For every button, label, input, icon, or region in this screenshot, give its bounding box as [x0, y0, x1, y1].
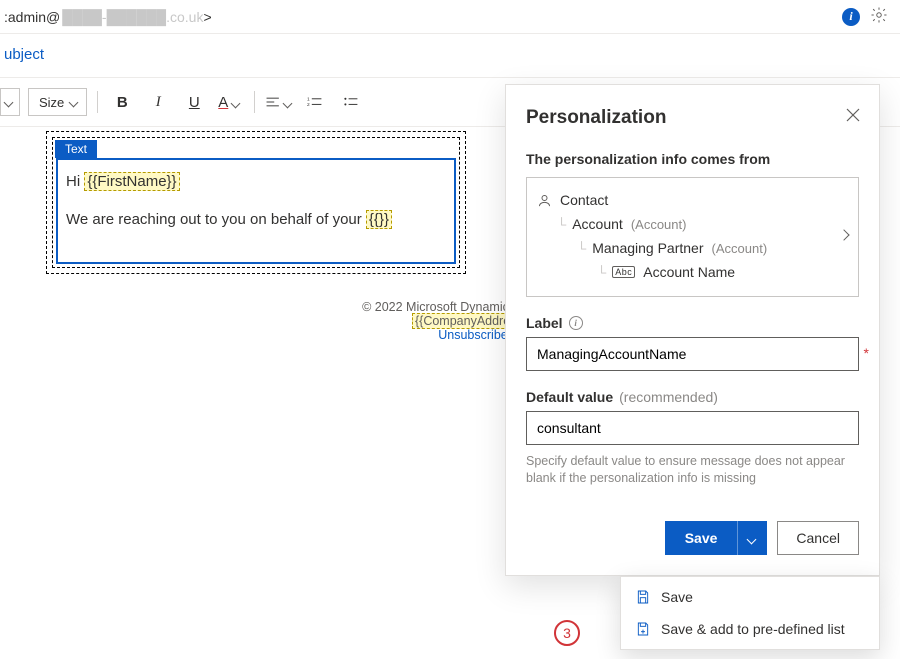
editor-block-outer[interactable]: Text Hi {{FirstName}} We are reaching ou… [46, 131, 466, 274]
personalization-panel: Personalization The personalization info… [505, 84, 880, 576]
save-button[interactable]: Save [665, 521, 738, 555]
info-icon[interactable]: i [842, 8, 860, 26]
default-value-input[interactable] [526, 411, 859, 445]
save-icon [635, 589, 651, 605]
header-bar: :admin@████-██████.co.uk> i [0, 0, 900, 34]
toolbar-divider [254, 91, 255, 113]
unsubscribe-link[interactable]: Unsubscribe [438, 328, 507, 342]
body-text: Hi [66, 173, 84, 190]
person-icon [537, 193, 552, 208]
block-type-badge: Text [55, 140, 97, 158]
chevron-down-icon [5, 97, 15, 107]
tree-row-contact[interactable]: Contact [537, 188, 848, 212]
dropdown-label: Save [661, 589, 693, 605]
numbered-list-button[interactable]: 12 [301, 88, 329, 116]
chevron-down-icon [232, 97, 242, 107]
default-value-hint: Specify default value to ensure message … [526, 453, 859, 487]
dropdown-label: Save & add to pre-defined list [661, 621, 845, 637]
cancel-button[interactable]: Cancel [777, 521, 859, 555]
from-domain: ████-██████.co.uk [62, 9, 203, 25]
chevron-down-icon [284, 97, 294, 107]
tree-elbow-icon: └ [557, 217, 566, 232]
token-empty[interactable]: {{}} [366, 210, 392, 229]
from-prefix: :admin@ [4, 9, 60, 25]
tree-label: Account Name [643, 264, 735, 280]
tree-row-account[interactable]: └ Account (Account) [537, 212, 848, 236]
tree-relation: (Account) [712, 241, 768, 256]
from-suffix: > [203, 9, 211, 25]
body-text: We are reaching out to you on behalf of … [66, 211, 366, 228]
tree-label: Contact [560, 192, 608, 208]
tree-row-managing-partner[interactable]: └ Managing Partner (Account) [537, 236, 848, 260]
toolbar-divider [97, 91, 98, 113]
default-value-label: Default value (recommended) [526, 389, 859, 405]
label-field-label: Label i [526, 315, 859, 331]
subject-placeholder[interactable]: ubject [0, 46, 44, 63]
dropdown-item-save-add[interactable]: Save & add to pre-defined list [621, 613, 879, 645]
chevron-right-icon[interactable] [840, 226, 848, 242]
source-tree[interactable]: Contact └ Account (Account) └ Managing P… [526, 177, 859, 297]
bullet-list-button[interactable] [337, 88, 365, 116]
save-plus-icon [635, 621, 651, 637]
svg-text:2: 2 [307, 102, 310, 108]
save-dropdown: Save Save & add to pre-defined list [620, 576, 880, 650]
dropdown-item-save[interactable]: Save [621, 581, 879, 613]
tree-label: Account [572, 216, 623, 232]
from-address: :admin@████-██████.co.uk> [4, 9, 212, 25]
chevron-down-icon [748, 533, 758, 543]
tree-elbow-icon: └ [597, 265, 606, 280]
editor-block-inner: Text Hi {{FirstName}} We are reaching ou… [52, 137, 460, 268]
close-icon[interactable] [841, 103, 865, 127]
panel-title: Personalization [526, 107, 859, 129]
font-color-button[interactable]: A [216, 88, 244, 116]
token-firstname[interactable]: {{FirstName}} [84, 172, 179, 191]
font-size-select[interactable]: Size [28, 88, 87, 116]
annotation-callout-3: 3 [554, 620, 580, 646]
label-input[interactable] [526, 337, 859, 371]
text-block-content[interactable]: Hi {{FirstName}} We are reaching out to … [56, 158, 456, 264]
source-heading: The personalization info comes from [526, 151, 859, 167]
tree-relation: (Account) [631, 217, 687, 232]
underline-button[interactable]: U [180, 88, 208, 116]
bold-button[interactable]: B [108, 88, 136, 116]
panel-actions: Save Cancel [526, 521, 859, 555]
info-icon[interactable]: i [569, 316, 583, 330]
subject-row: ubject [0, 34, 900, 78]
tree-elbow-icon: └ [577, 241, 586, 256]
tree-label: Managing Partner [592, 240, 703, 256]
save-split-button[interactable] [737, 521, 767, 555]
required-indicator: * [864, 345, 869, 361]
align-button[interactable] [265, 88, 293, 116]
italic-button[interactable]: I [144, 88, 172, 116]
tree-row-account-name[interactable]: └ Abc Account Name [537, 260, 848, 284]
size-label: Size [39, 95, 64, 110]
chevron-down-icon [70, 97, 80, 107]
svg-text:1: 1 [307, 96, 310, 102]
font-family-select[interactable] [0, 88, 20, 116]
field-type-icon: Abc [612, 266, 635, 278]
gear-icon[interactable] [870, 6, 888, 27]
